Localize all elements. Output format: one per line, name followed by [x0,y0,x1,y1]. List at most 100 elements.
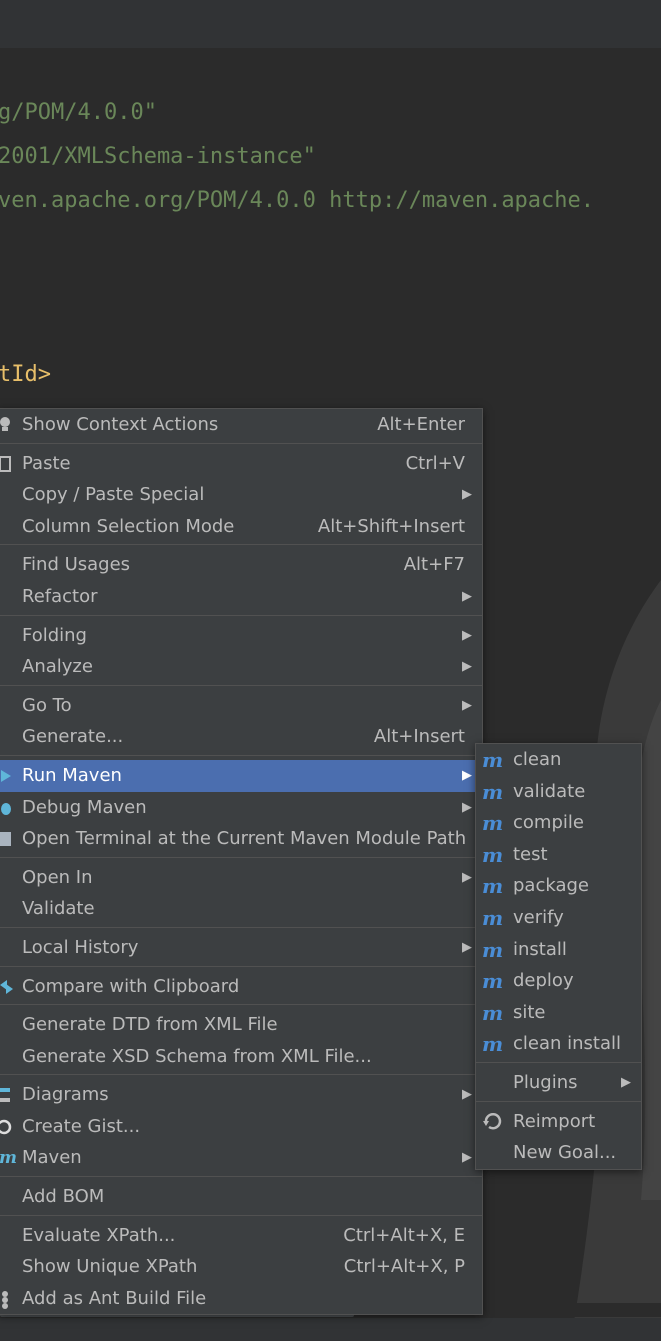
menu-item-label: Column Selection Mode [22,515,235,537]
goal-label: clean install [513,1033,622,1055]
goal-package[interactable]: m package [476,870,641,902]
menu-item-open-in[interactable]: Open In ▶ [0,862,482,894]
goal-compile[interactable]: m compile [476,807,641,839]
menu-item-label: Compare with Clipboard [22,975,240,997]
goal-install[interactable]: m install [476,934,641,966]
maven-goal-icon: m [482,842,504,867]
ant-icon [2,1290,8,1309]
goal-label: site [513,1001,546,1023]
terminal-maven-icon [0,832,11,847]
menu-item-open-terminal-maven[interactable]: Open Terminal at the Current Maven Modul… [0,823,482,855]
menu-item-local-history[interactable]: Local History ▶ [0,932,482,964]
menu-item-paste[interactable]: Paste Ctrl+V [0,448,482,480]
menu-item-generate-dtd[interactable]: Generate DTD from XML File [0,1009,482,1041]
menu-item-create-gist[interactable]: Create Gist... [0,1111,482,1143]
menu-separator [0,965,482,969]
goal-label: verify [513,906,564,928]
goal-clean-install[interactable]: m clean install [476,1028,641,1060]
menu-item-show-unique-xpath[interactable]: Show Unique XPath Ctrl+Alt+X, P [0,1251,482,1283]
goal-clean[interactable]: m clean [476,744,641,776]
menu-item-label: Local History [22,936,139,958]
maven-goal-icon: m [482,1000,504,1025]
maven-goal-icon: m [482,779,504,804]
goal-label: compile [513,812,584,834]
menu-item-label: Maven [22,1147,82,1169]
status-bar [0,1318,661,1341]
editor-context-menu: Show Context Actions Alt+Enter Paste Ctr… [0,408,483,1316]
menu-item-label: Create Gist... [22,1115,141,1137]
menu-item-label: Open In [22,866,93,888]
goal-label: install [513,938,567,960]
code-line: g/POM/4.0.0" [0,100,157,125]
submenu-arrow-icon: ▶ [462,627,472,643]
menu-item-validate[interactable]: Validate [0,893,482,925]
menu-item-shortcut: Alt+Enter [377,414,465,435]
menu-item-maven[interactable]: m Maven ▶ [0,1142,482,1174]
submenu-arrow-icon: ▶ [462,869,472,885]
menu-item-shortcut: Ctrl+Alt+X, E [343,1224,465,1246]
code-line: ven.apache.org/POM/4.0.0 http://maven.ap… [0,188,595,213]
menu-item-label: Analyze [22,656,93,678]
goal-test[interactable]: m test [476,839,641,871]
goal-deploy[interactable]: m deploy [476,965,641,997]
submenu-item-label: New Goal... [513,1142,617,1164]
editor-tab-bar [0,0,661,49]
menu-item-generate-xsd[interactable]: Generate XSD Schema from XML File... [0,1041,482,1073]
menu-item-label: Evaluate XPath... [22,1224,176,1246]
maven-goal-icon: m [482,748,504,772]
menu-item-go-to[interactable]: Go To ▶ [0,690,482,722]
menu-item-evaluate-xpath[interactable]: Evaluate XPath... Ctrl+Alt+X, E [0,1220,482,1252]
menu-separator [476,1061,641,1065]
submenu-item-plugins[interactable]: Plugins ▶ [476,1067,641,1099]
menu-item-copy-paste-special[interactable]: Copy / Paste Special ▶ [0,479,482,511]
menu-item-compare-with-clipboard[interactable]: Compare with Clipboard [0,971,482,1003]
submenu-item-label: Reimport [513,1110,596,1132]
goal-site[interactable]: m site [476,997,641,1029]
maven-goal-icon: m [482,874,504,899]
menu-item-folding[interactable]: Folding ▶ [0,620,482,652]
goal-label: package [513,875,589,897]
menu-item-refactor[interactable]: Refactor ▶ [0,581,482,613]
menu-item-add-ant-build-file[interactable]: Add as Ant Build File [0,1283,482,1315]
menu-separator [0,1004,482,1007]
goal-verify[interactable]: m verify [476,902,641,934]
submenu-arrow-icon: ▶ [462,1150,472,1166]
maven-goal-icon: m [482,937,504,962]
menu-item-label: Add as Ant Build File [22,1287,207,1309]
menu-item-generate[interactable]: Generate... Alt+Insert [0,721,482,753]
submenu-arrow-icon: ▶ [462,588,472,604]
goal-validate[interactable]: m validate [476,776,641,808]
menu-item-add-bom[interactable]: Add BOM [0,1181,482,1213]
submenu-arrow-icon: ▶ [462,799,472,815]
menu-item-show-context-actions[interactable]: Show Context Actions Alt+Enter [0,409,482,441]
submenu-arrow-icon: ▶ [462,659,472,675]
menu-item-shortcut: Alt+Shift+Insert [317,515,465,537]
menu-item-run-maven[interactable]: Run Maven ▶ [0,759,482,792]
run-maven-submenu: m clean m validate m compile m test m pa… [475,743,642,1170]
maven-goal-icon: m [482,1032,504,1057]
lightbulb-icon [0,417,10,431]
menu-item-analyze[interactable]: Analyze ▶ [0,651,482,683]
goal-label: test [513,843,548,865]
menu-separator [0,544,482,547]
menu-item-find-usages[interactable]: Find Usages Alt+F7 [0,549,482,581]
submenu-arrow-icon: ▶ [462,939,472,955]
menu-item-label: Validate [22,898,95,920]
submenu-item-new-goal[interactable]: New Goal... [476,1137,641,1169]
menu-item-label: Paste [22,452,71,474]
menu-separator [0,1176,482,1179]
menu-item-diagrams[interactable]: Diagrams ▶ [0,1079,482,1111]
refresh-icon [483,1112,502,1129]
menu-item-debug-maven[interactable]: Debug Maven ▶ [0,792,482,824]
menu-item-label: Refactor [22,585,98,607]
maven-goal-icon: m [482,811,504,836]
submenu-item-reimport[interactable]: Reimport [476,1106,641,1138]
compare-icon [0,979,13,994]
submenu-arrow-icon: ▶ [462,767,472,783]
submenu-arrow-icon: ▶ [621,1074,631,1090]
menu-separator [476,1100,641,1104]
menu-item-label: Open Terminal at the Current Maven Modul… [22,828,467,850]
code-editor[interactable]: g/POM/4.0.0" 2001/XMLSchema-instance" ve… [0,48,661,400]
menu-item-shortcut: Ctrl+Alt+X, P [343,1256,465,1278]
menu-item-column-selection-mode[interactable]: Column Selection Mode Alt+Shift+Insert [0,511,482,543]
